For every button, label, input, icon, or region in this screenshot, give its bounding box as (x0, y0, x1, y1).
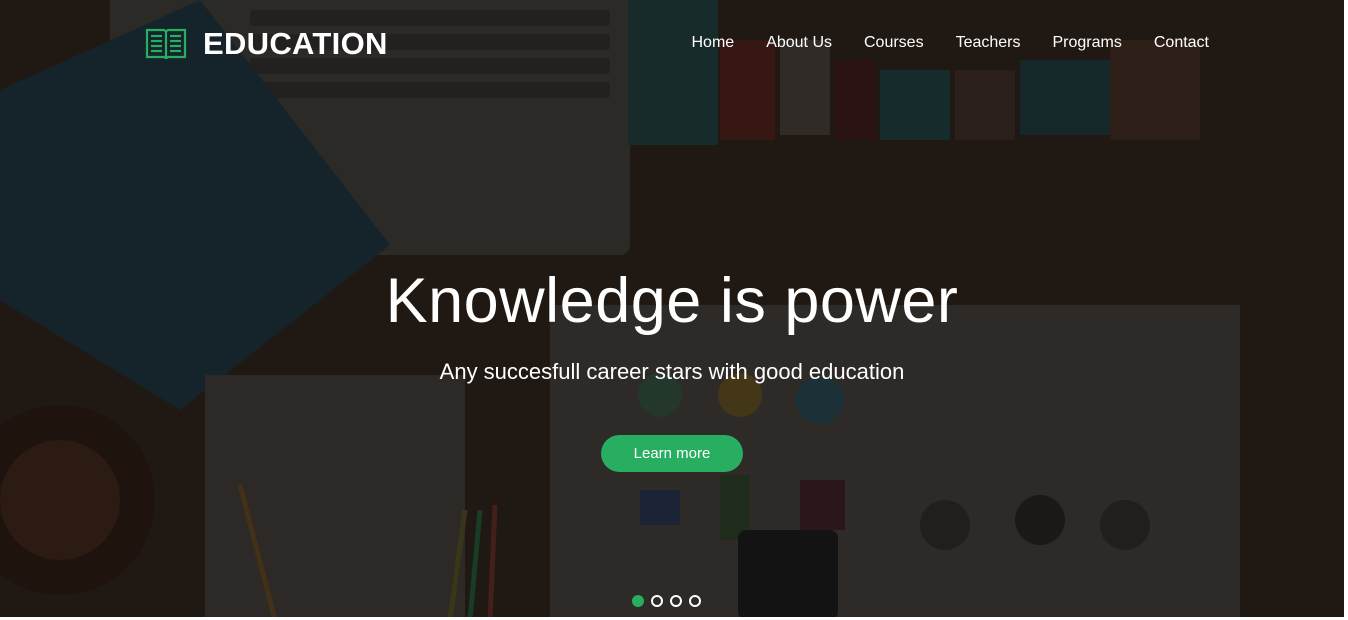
hero-content: Knowledge is power Any succesfull career… (0, 265, 1344, 472)
brand-logo[interactable]: EDUCATION (145, 26, 388, 62)
main-menu: Home About Us Courses Teachers Programs … (660, 34, 1210, 52)
slider-pagination (632, 595, 708, 607)
nav-about-us-link[interactable]: About Us (766, 34, 832, 52)
nav-programs-link[interactable]: Programs (1053, 34, 1122, 52)
nav-teachers-link[interactable]: Teachers (956, 34, 1021, 52)
slider-dot-4[interactable] (689, 595, 701, 607)
brand-name: EDUCATION (203, 26, 388, 61)
nav-contact-link[interactable]: Contact (1154, 34, 1209, 52)
slider-dot-2[interactable] (651, 595, 663, 607)
slider-dot-1[interactable] (632, 595, 644, 607)
slider-dot-3[interactable] (670, 595, 682, 607)
learn-more-button[interactable]: Learn more (600, 435, 744, 472)
nav-home-link[interactable]: Home (692, 34, 735, 52)
nav-courses-link[interactable]: Courses (864, 34, 924, 52)
hero-subheadline: Any succesfull career stars with good ed… (439, 359, 905, 384)
hero-banner: EDUCATION Home About Us Courses Teachers… (0, 0, 1344, 617)
open-book-icon (145, 28, 187, 60)
top-navigation: EDUCATION Home About Us Courses Teachers… (0, 0, 1344, 90)
hero-headline: Knowledge is power (385, 266, 959, 336)
